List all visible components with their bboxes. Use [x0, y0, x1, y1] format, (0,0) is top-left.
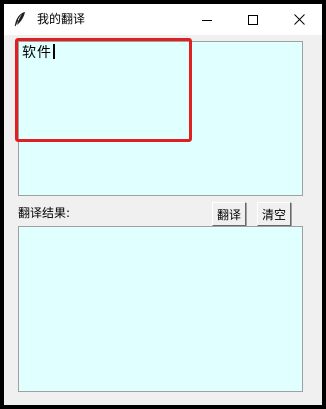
- window-title: 我的翻译: [37, 12, 86, 26]
- clear-button[interactable]: 清空: [257, 202, 291, 226]
- title-bar[interactable]: 我的翻译: [4, 4, 322, 35]
- translate-button[interactable]: 翻译: [212, 202, 246, 226]
- minimize-icon: [202, 10, 212, 29]
- close-icon: [293, 10, 305, 29]
- feather-icon: [12, 11, 28, 27]
- result-text-output[interactable]: [18, 226, 303, 392]
- close-button[interactable]: [276, 4, 322, 35]
- maximize-button[interactable]: [230, 4, 276, 35]
- source-text-value: 软件: [22, 45, 52, 61]
- source-text-input[interactable]: 软件: [18, 41, 303, 196]
- result-label: 翻译结果:: [18, 206, 71, 220]
- minimize-button[interactable]: [184, 4, 230, 35]
- text-caret: [53, 44, 55, 59]
- app-window: 我的翻译 软件 翻译结果: 翻译 清空: [4, 4, 322, 405]
- maximize-icon: [248, 10, 258, 29]
